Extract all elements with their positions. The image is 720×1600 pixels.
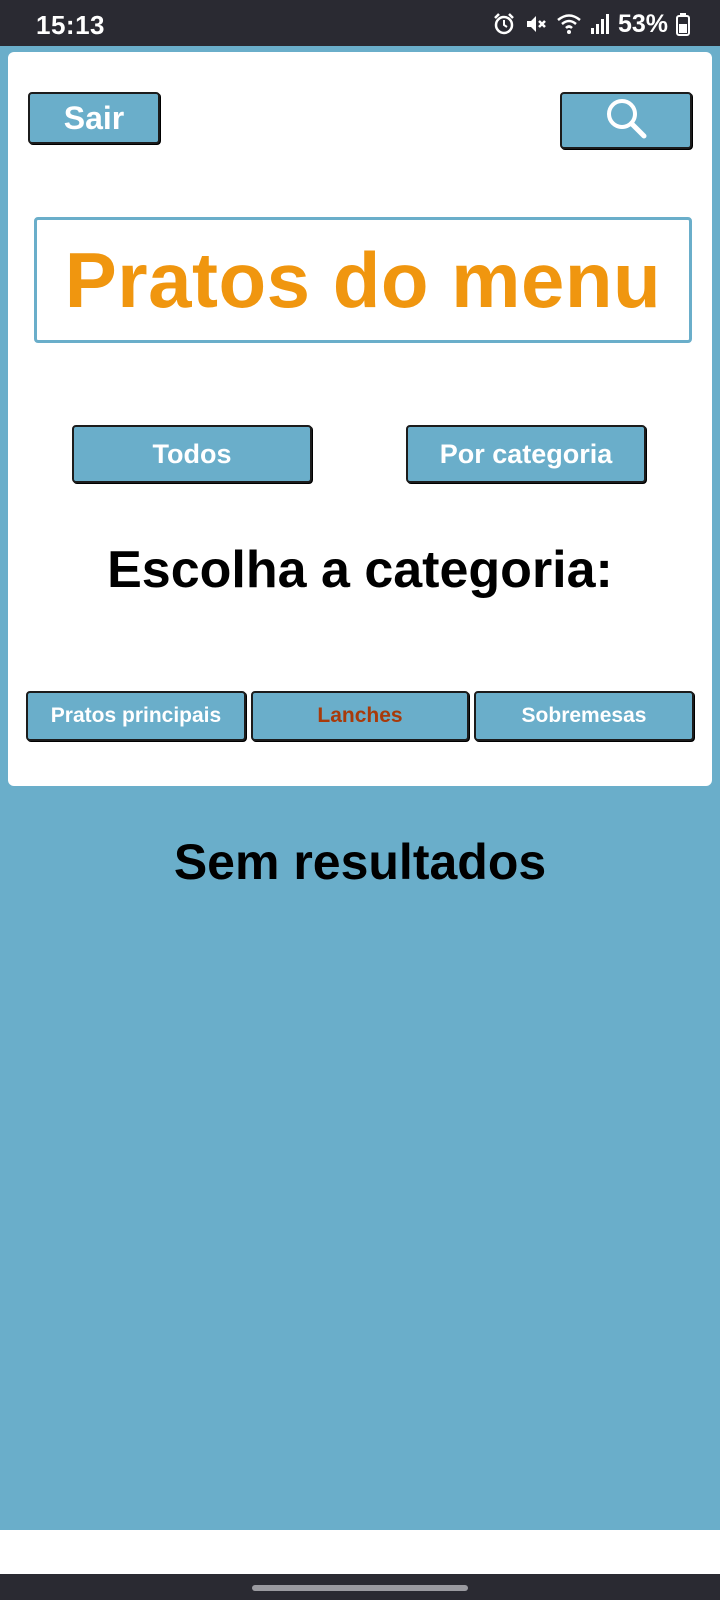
- home-indicator[interactable]: [252, 1585, 468, 1591]
- no-results-message: Sem resultados: [173, 834, 547, 890]
- category-prompt: Escolha a categoria:: [107, 541, 613, 599]
- all-items-button[interactable]: Todos: [72, 425, 312, 483]
- status-time: 15:13: [36, 10, 105, 40]
- page-title-box: Pratos do menu: [34, 217, 692, 343]
- category-desserts-button[interactable]: Sobremesas: [474, 691, 694, 741]
- page-title: Pratos do menu: [64, 235, 662, 324]
- mute-icon: [524, 12, 548, 36]
- menu-card: Sair Pratos do menu Todos Por categoria …: [8, 52, 712, 786]
- signal-icon: [590, 13, 610, 35]
- navigation-bar: [0, 1574, 720, 1600]
- search-icon: [604, 96, 648, 145]
- by-category-button[interactable]: Por categoria: [406, 425, 646, 483]
- alarm-icon: [492, 12, 516, 36]
- bottom-white-area: [0, 1530, 720, 1574]
- exit-button[interactable]: Sair: [28, 92, 160, 144]
- status-icons: 53%: [492, 10, 690, 38]
- status-bar: 15:13 53%: [0, 0, 720, 46]
- search-button[interactable]: [560, 92, 692, 149]
- category-main-dishes-button[interactable]: Pratos principais: [26, 691, 246, 741]
- battery-percentage: 53%: [617, 9, 668, 38]
- battery-icon: [676, 12, 690, 36]
- wifi-icon: [556, 12, 582, 36]
- category-snacks-button[interactable]: Lanches: [251, 691, 469, 741]
